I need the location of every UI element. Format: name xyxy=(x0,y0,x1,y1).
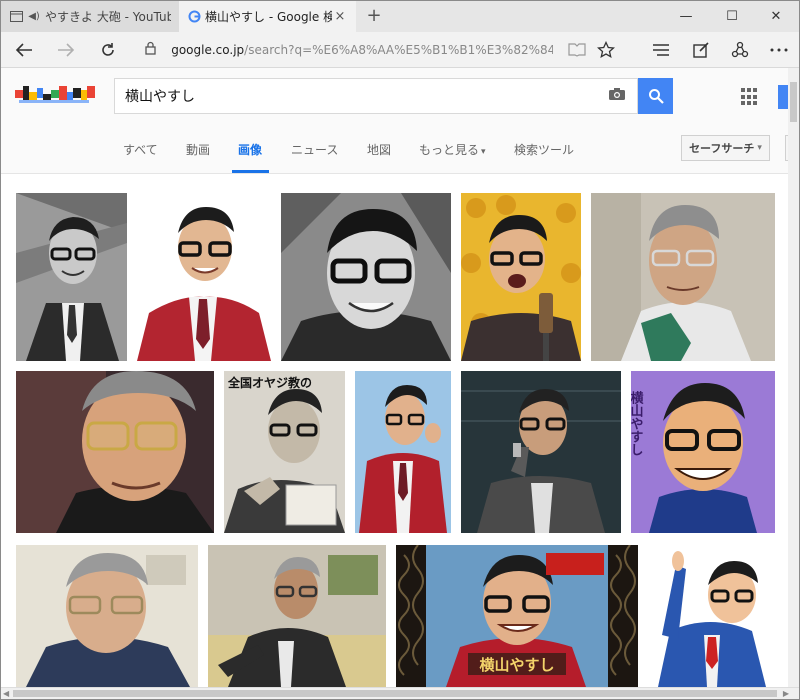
vertical-scrollbar[interactable] xyxy=(788,68,799,687)
page-icon xyxy=(9,10,23,24)
magazine-headline: 全国オヤジ教の xyxy=(227,375,312,390)
image-results-grid: 全国オヤジ教の 横山やすし 横山やすし xyxy=(1,175,799,687)
navigation-bar: google.co.jp /search?q=%E6%A8%AA%E5%B1%B… xyxy=(1,32,799,68)
star-icon xyxy=(597,41,615,59)
tab-images[interactable]: 画像 xyxy=(238,141,262,158)
tab-title: やすきよ 大砲 - YouTube xyxy=(45,10,171,24)
image-result[interactable]: 横山やすし xyxy=(396,545,638,687)
safesearch-button[interactable]: セーフサーチ ▾ xyxy=(681,135,770,161)
scroll-right-icon[interactable]: ▶ xyxy=(783,689,789,698)
google-header: 横山やすし xyxy=(1,68,799,124)
maximize-button[interactable]: ☐ xyxy=(709,1,755,32)
share-icon xyxy=(731,41,749,58)
back-arrow-icon xyxy=(15,43,32,57)
tab-youtube[interactable]: ◀) やすきよ 大砲 - YouTube xyxy=(1,1,179,32)
safesearch-label: セーフサーチ xyxy=(689,142,755,155)
new-tab-button[interactable]: + xyxy=(363,5,385,27)
forward-arrow-icon xyxy=(58,43,75,57)
image-result[interactable]: 横山やすし xyxy=(631,371,775,533)
google-g-icon xyxy=(187,10,201,24)
scroll-left-icon[interactable]: ◀ xyxy=(3,689,9,698)
back-button[interactable] xyxy=(9,36,39,64)
search-button[interactable] xyxy=(638,78,673,114)
vertical-scroll-thumb[interactable] xyxy=(790,82,797,122)
tab-title: 横山やすし - Google 検索 xyxy=(205,10,332,24)
hub-icon xyxy=(653,44,669,56)
pen-note-icon xyxy=(693,42,709,58)
image-result[interactable] xyxy=(16,545,198,687)
search-icon xyxy=(648,89,664,104)
tab-more-label: もっと見る xyxy=(419,143,480,157)
lock-icon xyxy=(143,41,157,59)
browser-window: ◀) やすきよ 大砲 - YouTube 横山やすし - Google 検索 ×… xyxy=(0,0,800,700)
search-nav: すべて 動画 画像 ニュース 地図 もっと見る ▾ 検索ツール セーフサーチ ▾ xyxy=(1,124,799,174)
google-doodle-logo[interactable] xyxy=(15,84,97,106)
camera-icon[interactable] xyxy=(607,87,627,105)
forward-button[interactable] xyxy=(51,36,81,64)
hub-button[interactable] xyxy=(646,36,676,64)
tab-news[interactable]: ニュース xyxy=(291,141,338,158)
chevron-down-icon: ▾ xyxy=(481,147,486,157)
image-result[interactable] xyxy=(591,193,775,361)
search-query: 横山やすし xyxy=(125,89,195,105)
image-result[interactable] xyxy=(461,193,581,361)
search-input[interactable]: 横山やすし xyxy=(114,78,638,114)
speaker-icon[interactable]: ◀) xyxy=(27,10,41,24)
image-result[interactable] xyxy=(281,193,451,361)
apps-grid-icon[interactable] xyxy=(741,88,759,106)
book-icon xyxy=(568,43,586,57)
tab-videos[interactable]: 動画 xyxy=(186,141,210,158)
reading-view-button[interactable] xyxy=(562,36,592,64)
horizontal-scrollbar[interactable]: ◀ ▶ xyxy=(1,687,799,699)
image-result[interactable] xyxy=(208,545,386,687)
search-tools-button[interactable]: 検索ツール xyxy=(514,141,574,158)
close-window-button[interactable]: ✕ xyxy=(753,1,799,32)
web-note-button[interactable] xyxy=(686,36,716,64)
image-result[interactable] xyxy=(16,193,127,361)
url-domain: google.co.jp xyxy=(171,43,245,57)
address-bar[interactable]: google.co.jp /search?q=%E6%A8%AA%E5%B1%B… xyxy=(143,36,553,64)
active-tab-indicator xyxy=(232,170,269,173)
ellipsis-icon xyxy=(770,48,788,52)
tab-maps[interactable]: 地図 xyxy=(367,141,391,158)
minimize-button[interactable]: — xyxy=(663,1,709,32)
image-result[interactable] xyxy=(137,193,271,361)
image-result[interactable] xyxy=(16,371,214,533)
image-result[interactable]: 全国オヤジ教の xyxy=(224,371,345,533)
image-result[interactable] xyxy=(355,371,451,533)
more-button[interactable] xyxy=(764,36,794,64)
horizontal-scroll-thumb[interactable] xyxy=(13,690,777,697)
refresh-icon xyxy=(102,43,114,56)
close-tab-icon[interactable]: × xyxy=(332,9,348,24)
banner-caption: 横山やすし xyxy=(479,656,554,674)
image-result[interactable] xyxy=(461,371,621,533)
share-button[interactable] xyxy=(725,36,755,64)
tab-google-search[interactable]: 横山やすし - Google 検索 × xyxy=(179,1,356,32)
refresh-button[interactable] xyxy=(93,36,123,64)
tab-all[interactable]: すべて xyxy=(123,141,158,158)
image-result[interactable] xyxy=(648,545,775,687)
chevron-down-icon: ▾ xyxy=(757,143,762,153)
caricature-caption: 横山やすし xyxy=(631,390,643,456)
url-path: /search?q=%E6%A8%AA%E5%B1%B1%E3%82%84%E3… xyxy=(244,43,553,57)
tab-more[interactable]: もっと見る ▾ xyxy=(419,141,486,158)
favorite-button[interactable] xyxy=(591,36,621,64)
tab-bar: ◀) やすきよ 大砲 - YouTube 横山やすし - Google 検索 ×… xyxy=(1,1,799,32)
